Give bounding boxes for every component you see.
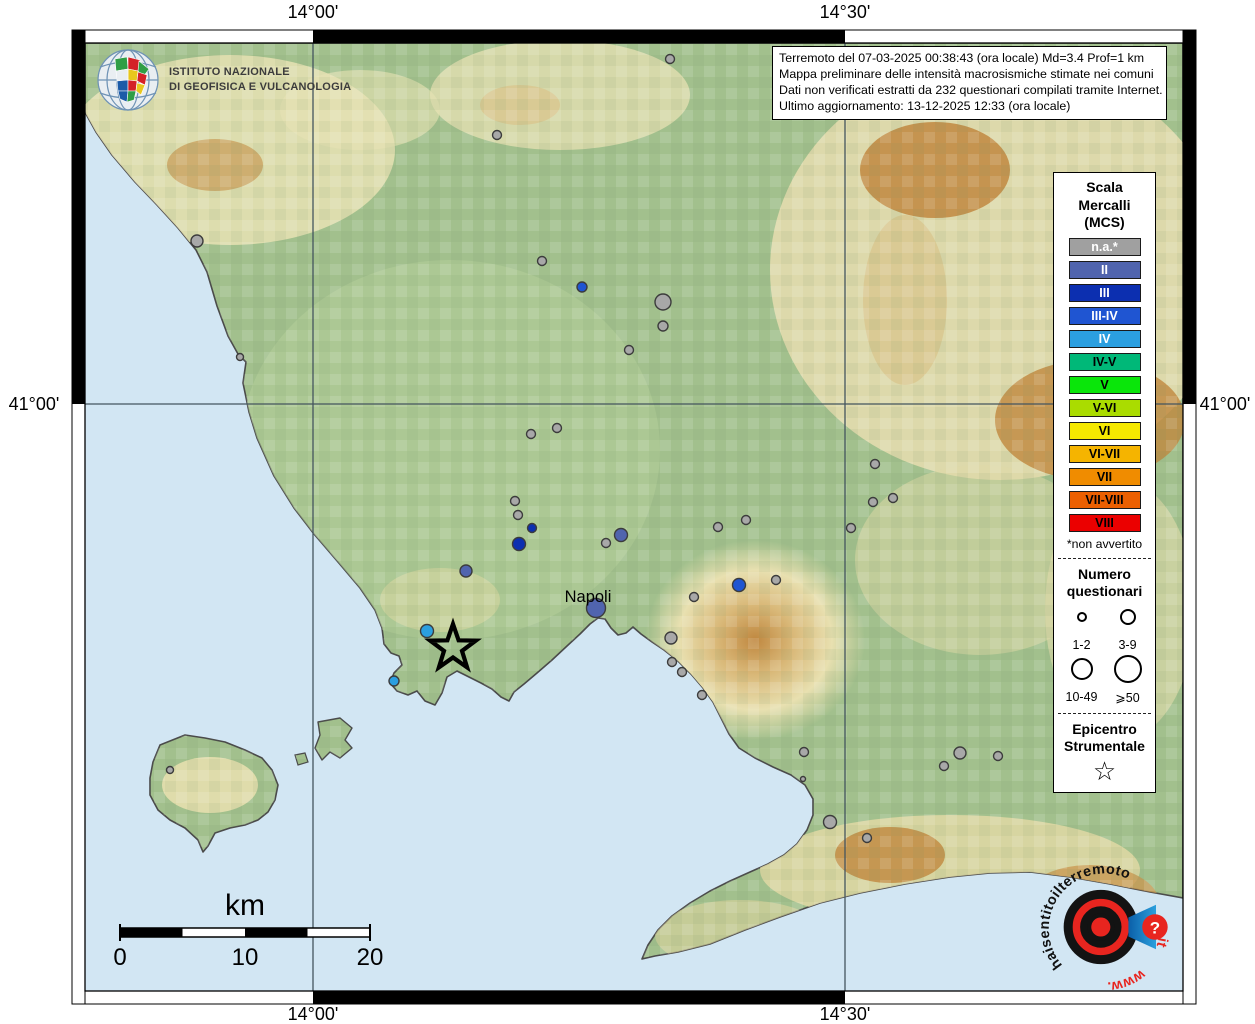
legend-title-line1: Scala <box>1086 179 1123 195</box>
event-info-line1: Terremoto del 07-03-2025 00:38:43 (ora l… <box>779 51 1145 65</box>
mercalli-chip: VIII <box>1068 513 1141 532</box>
mercalli-chip: VII-VIII <box>1068 490 1141 509</box>
legend-footnote: *non avvertito <box>1066 536 1143 551</box>
legend-epicenter-title1: Epicentro <box>1072 720 1137 737</box>
intensity-point <box>623 344 635 356</box>
event-info-line4: Ultimo aggiornamento: 13-12-2025 12:33 (… <box>779 98 1071 113</box>
intensity-point <box>512 509 524 521</box>
intensity-point <box>887 492 899 504</box>
legend-star-icon: ☆ <box>1092 755 1117 786</box>
intensity-point <box>867 496 879 508</box>
intensity-point <box>536 255 548 267</box>
intensity-point <box>676 666 688 678</box>
size-legend-item: 3-9 <box>1106 602 1150 652</box>
logo-www-text: www. <box>1107 966 1149 995</box>
intensity-point <box>491 129 503 141</box>
mercalli-chip: IV <box>1068 329 1141 348</box>
intensity-point <box>190 234 204 248</box>
ingv-name-line1: ISTITUTO NAZIONALE <box>169 66 290 79</box>
intensity-point <box>666 656 678 668</box>
intensity-point <box>576 281 588 293</box>
axis-bottom-right: 14°30' <box>820 1004 871 1024</box>
svg-text:www.: www. <box>1107 966 1149 995</box>
mercalli-chip: VI-VII <box>1068 444 1141 463</box>
intensity-point <box>526 522 538 534</box>
mercalli-chip: V-VI <box>1068 398 1141 417</box>
mercalli-chip: IV-V <box>1068 352 1141 371</box>
event-info-box: Terremoto del 07-03-2025 00:38:43 (ora l… <box>772 46 1167 120</box>
intensity-point <box>992 750 1004 762</box>
haisentitoilterremoto-logo: ? haisentitoilterremoto .it www. <box>1035 858 1173 996</box>
intensity-point <box>419 623 435 639</box>
intensity-point <box>654 293 672 311</box>
intensity-point <box>822 814 838 830</box>
size-legend-item: 10-49 <box>1060 654 1104 705</box>
axis-top-right: 14°30' <box>820 2 871 22</box>
legend-divider2 <box>1058 712 1151 714</box>
scale-tick-20: 20 <box>357 944 384 971</box>
mercalli-chip: III <box>1068 283 1141 302</box>
intensity-point <box>600 537 612 549</box>
mercalli-chip: II <box>1068 260 1141 279</box>
mercalli-chip: III-IV <box>1068 306 1141 325</box>
intensity-point <box>938 760 950 772</box>
ingv-logo: ISTITUTO NAZIONALE DI GEOFISICA E VULCAN… <box>95 47 351 113</box>
mercalli-chip: n.a.* <box>1068 237 1141 256</box>
axis-top-left: 14°00' <box>288 2 339 22</box>
intensity-point <box>165 765 175 775</box>
mercalli-chip: VII <box>1068 467 1141 486</box>
intensity-point <box>696 689 708 701</box>
intensity-point <box>664 53 676 65</box>
mercalli-scale-chips: n.a.* II III III-IV IV IV-V V V-VI VI VI-VII VII VI… <box>1054 237 1155 532</box>
intensity-point <box>657 320 669 332</box>
legend-sizes-title2: questionari <box>1066 583 1143 599</box>
scale-bar-unit: km <box>225 889 265 922</box>
ingv-globe-icon <box>97 49 159 111</box>
intensity-point <box>869 458 881 470</box>
intensity-point <box>799 775 807 783</box>
legend-epicenter-title2: Strumentale <box>1064 738 1145 754</box>
axis-right: 41°00' <box>1200 394 1251 414</box>
intensity-point <box>845 522 857 534</box>
intensity-point <box>798 746 810 758</box>
mercalli-chip: VI <box>1068 421 1141 440</box>
intensity-point <box>740 514 752 526</box>
intensity-point <box>235 352 245 362</box>
haisentito-logo-icon: ? haisentitoilterremoto .it www. <box>1037 861 1171 995</box>
event-info-line3: Dati non verificati estratti da 232 ques… <box>779 82 1163 97</box>
event-info-line2: Mappa preliminare delle intensità macros… <box>779 66 1154 81</box>
legend-title-line2: Mercalli <box>1078 196 1131 213</box>
legend-title-line3: (MCS) <box>1084 214 1125 230</box>
intensity-point <box>551 422 563 434</box>
intensity-point <box>525 428 537 440</box>
legend-box: Scala Mercalli (MCS) n.a.* II III III-IV IV I… <box>1053 172 1156 793</box>
intensity-point <box>511 536 527 552</box>
legend-sizes-title1: Numero <box>1078 565 1131 582</box>
intensity-point <box>688 591 700 603</box>
size-legend-item: 1-2 <box>1060 602 1104 652</box>
city-label-napoli: Napoli <box>565 588 612 606</box>
intensity-point <box>731 577 747 593</box>
mercalli-chip: V <box>1068 375 1141 394</box>
ingv-name-line2: DI GEOFISICA E VULCANOLOGIA <box>169 81 352 93</box>
intensity-point <box>509 495 521 507</box>
intensity-point <box>613 527 629 543</box>
intensity-point <box>388 675 400 687</box>
scale-tick-0: 0 <box>113 944 126 971</box>
intensity-point <box>712 521 724 533</box>
legend-divider <box>1058 557 1151 559</box>
questionnaire-size-legend: 1-2 3-9 10-49 ⩾50 <box>1054 601 1155 706</box>
intensity-point <box>664 631 678 645</box>
intensity-point <box>770 574 782 586</box>
size-legend-item: ⩾50 <box>1106 654 1150 705</box>
axis-bottom-left: 14°00' <box>288 1004 339 1024</box>
axis-left: 41°00' <box>9 394 60 414</box>
intensity-point <box>459 564 473 578</box>
scale-tick-10: 10 <box>232 944 259 971</box>
intensity-point <box>953 746 967 760</box>
macroseismic-map-screen: Napoli km 0 10 20 14°00' 14°30' 14°00' 1… <box>0 0 1255 1024</box>
intensity-point <box>861 832 873 844</box>
